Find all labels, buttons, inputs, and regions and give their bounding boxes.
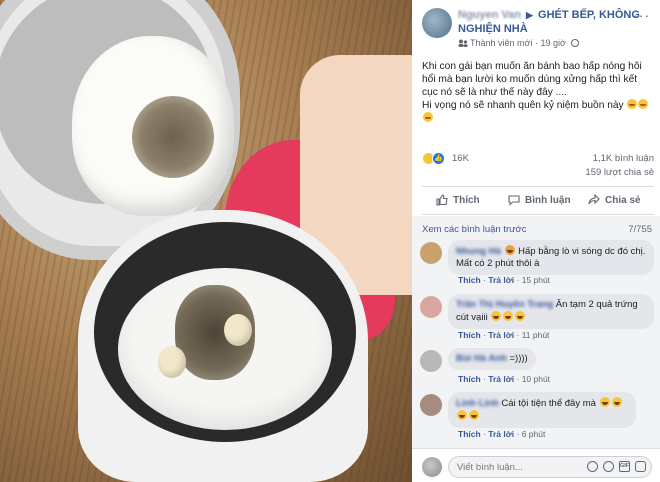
sad-emoji-icon xyxy=(638,99,649,109)
laughing-emoji-icon xyxy=(599,397,610,407)
reaction-icons[interactable]: 👍 xyxy=(422,152,450,166)
share-icon xyxy=(588,194,600,205)
share-count[interactable]: 159 lượt chia sẻ xyxy=(585,167,654,178)
commenter-name[interactable]: Linh Linh xyxy=(456,398,499,409)
quail-egg xyxy=(158,346,186,378)
comment-bubble: Trần Thị Huyền Trang Ăn tạm 2 quả trứng … xyxy=(448,294,654,329)
comment-like-link[interactable]: Thích xyxy=(458,374,481,384)
laughing-emoji-icon xyxy=(503,311,514,321)
comment-reply-link[interactable]: Trả lời xyxy=(488,330,514,340)
comment-meta: Thích · Trả lời · 15 phút xyxy=(458,275,551,285)
more-icon[interactable]: ··· xyxy=(633,8,650,22)
comment-button[interactable]: Bình luận xyxy=(508,194,571,206)
camera-icon[interactable] xyxy=(603,461,614,472)
comment-composer: GIF xyxy=(412,448,660,482)
comment-reply-link[interactable]: Trả lời xyxy=(488,275,514,285)
comment-label: Bình luận xyxy=(525,194,571,206)
commenter-name[interactable]: Bùi Hà Anh xyxy=(456,353,507,364)
commenter-avatar[interactable] xyxy=(420,242,442,264)
divider xyxy=(422,186,654,187)
comment-meta: Thích · Trả lời · 10 phút xyxy=(458,374,551,384)
reaction-count[interactable]: 16K xyxy=(452,153,469,164)
member-badge: Thành viên mới xyxy=(470,38,533,48)
post-time[interactable]: 19 giờ xyxy=(540,38,565,48)
comment-like-link[interactable]: Thích xyxy=(458,429,481,439)
comment-reply-link[interactable]: Trả lời xyxy=(488,429,514,439)
comment-time[interactable]: 10 phút xyxy=(522,374,550,384)
commenter-name[interactable]: Nhung Hà xyxy=(456,246,501,257)
arrow-right-icon: ▶ xyxy=(526,10,533,20)
laughing-emoji-icon xyxy=(469,410,479,420)
comment-bubble: Nhung Hà Hấp bằng lò vi sóng dc đó chị. … xyxy=(448,240,654,275)
sad-emoji-icon xyxy=(627,99,638,109)
my-avatar xyxy=(422,457,442,477)
like-button[interactable]: Thích xyxy=(436,194,480,206)
laughing-emoji-icon xyxy=(515,311,526,321)
sad-emoji-icon xyxy=(423,112,433,122)
commenter-avatar[interactable] xyxy=(420,394,442,416)
members-icon xyxy=(458,39,468,47)
laughing-emoji-icon xyxy=(611,397,622,407)
comment-bubble: Linh Linh Cái tội tiện thể đây mà xyxy=(448,392,636,428)
author-name[interactable]: Nguyen Van xyxy=(458,9,521,21)
author-line: Nguyen Van ▶ GHÉT BẾP, KHÔNG NGHIỆN NHÀ xyxy=(458,8,654,36)
comment-like-link[interactable]: Thích xyxy=(458,275,481,285)
commenter-name[interactable]: Trần Thị Huyền Trang xyxy=(456,299,553,310)
like-label: Thích xyxy=(453,194,480,206)
laughing-emoji-icon xyxy=(491,311,502,321)
post-text-2: Hi vọng nó sẽ nhanh quên kỷ niệm buồn nà… xyxy=(422,100,624,111)
comment-meta: Thích · Trả lời · 11 phút xyxy=(458,330,550,340)
comment-reply-link[interactable]: Trả lời xyxy=(488,374,514,384)
comment-time[interactable]: 6 phút xyxy=(522,429,546,439)
post-header: Nguyen Van ▶ GHÉT BẾP, KHÔNG NGHIỆN NHÀ … xyxy=(412,0,660,52)
emoji-icon[interactable] xyxy=(587,461,598,472)
comment-icon xyxy=(508,195,520,206)
divider xyxy=(422,214,654,215)
author-avatar[interactable] xyxy=(422,8,452,38)
comment-like-link[interactable]: Thích xyxy=(458,330,481,340)
gif-icon[interactable]: GIF xyxy=(619,461,630,472)
like-icon xyxy=(436,194,448,206)
globe-icon xyxy=(571,39,580,47)
like-reaction-icon: 👍 xyxy=(432,152,445,165)
photo-viewer: Nguyen Van ▶ GHÉT BẾP, KHÔNG NGHIỆN NHÀ … xyxy=(0,0,660,482)
comment-count[interactable]: 1,1K bình luận xyxy=(593,153,654,164)
comment-text: Cái tội tiện thể đây mà xyxy=(501,398,596,409)
post-meta: Thành viên mới · 19 giờ xyxy=(458,38,580,48)
comment-time[interactable]: 11 phút xyxy=(522,330,550,340)
sticker-icon[interactable] xyxy=(635,461,646,472)
comment-thread: Xem các bình luận trước 7/755 Nhung Hà H… xyxy=(412,216,660,448)
emoji-icon xyxy=(504,245,515,255)
post-text: Khi con gái bạn muốn ăn bánh bao hấp nón… xyxy=(422,61,642,98)
bun-filling xyxy=(132,96,214,178)
share-button[interactable]: Chia sẻ xyxy=(588,194,641,206)
comment-bubble: Bùi Hà Anh =)))) xyxy=(448,348,536,370)
share-label: Chia sẻ xyxy=(605,194,641,206)
post-side-panel: Nguyen Van ▶ GHÉT BẾP, KHÔNG NGHIỆN NHÀ … xyxy=(412,0,660,482)
post-photo[interactable] xyxy=(0,0,412,482)
comment-text: =)))) xyxy=(509,353,528,364)
comment-meta: Thích · Trả lời · 6 phút xyxy=(458,429,546,439)
comment-time[interactable]: 15 phút xyxy=(522,275,550,285)
post-stats: 👍 16K 1,1K bình luận 159 lượt chia sẻ xyxy=(422,150,654,180)
comment-counter: 7/755 xyxy=(628,224,652,235)
laughing-emoji-icon xyxy=(457,410,467,420)
quail-egg xyxy=(224,314,252,346)
post-actions: Thích Bình luận Chia sẻ xyxy=(422,190,654,212)
post-body: Khi con gái bạn muốn ăn bánh bao hấp nón… xyxy=(422,60,654,125)
commenter-avatar[interactable] xyxy=(420,350,442,372)
commenter-avatar[interactable] xyxy=(420,296,442,318)
composer-icons: GIF xyxy=(587,461,646,472)
view-previous-comments[interactable]: Xem các bình luận trước xyxy=(422,224,526,235)
